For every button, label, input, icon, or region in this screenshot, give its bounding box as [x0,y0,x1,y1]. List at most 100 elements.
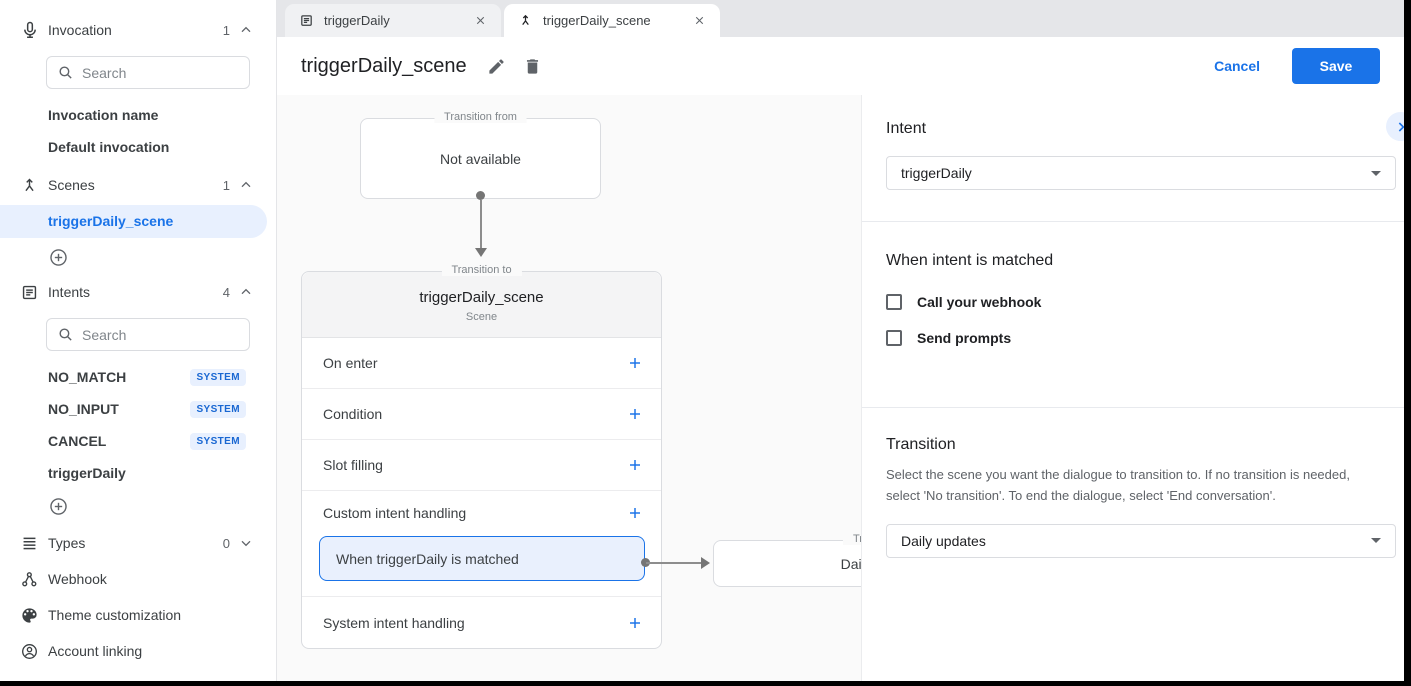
services-gear-icon [20,677,40,681]
add-circle-icon [48,247,69,268]
system-badge: SYSTEM [190,433,246,450]
sidebar-section-scenes[interactable]: Scenes 1 [0,173,276,197]
sidebar-link-label: Account linking [48,643,142,659]
handler-label: When triggerDaily is matched [336,551,519,567]
tab-triggerdaily-scene[interactable]: triggerDaily_scene [504,4,720,37]
sidebar-item-webhook[interactable]: Webhook [0,561,276,597]
tab-triggerdaily[interactable]: triggerDaily [285,4,501,37]
custom-intent-handling-section: Custom intent handling When triggerDaily… [302,491,661,597]
intent-label: NO_INPUT [48,401,119,417]
intent-label: CANCEL [48,433,106,449]
add-icon[interactable] [627,615,643,631]
sidebar-item-default-invocation[interactable]: Default invocation [0,131,276,163]
sidebar-item-triggerdaily-scene[interactable]: triggerDaily_scene [0,205,267,238]
article-icon [20,282,40,302]
invocation-search[interactable] [46,56,250,89]
close-icon[interactable] [471,12,489,30]
chevron-right-icon [1393,119,1405,135]
add-icon[interactable] [627,457,643,473]
call-webhook-option[interactable]: Call your webhook [886,294,1404,310]
row-custom-intent-handling[interactable]: Custom intent handling [302,491,661,535]
scene-canvas: Transition from Not available Transition… [277,95,861,681]
sidebar-item-triggerdaily[interactable]: triggerDaily [0,457,276,489]
transition-from-content: Not available [440,151,521,167]
screenshot-frame: Invocation 1 Invocation name Default inv… [0,0,1411,686]
sidebar-item-cancel[interactable]: CANCEL SYSTEM [0,425,276,457]
intent-section: Intent triggerDaily [862,95,1404,222]
intent-label: NO_MATCH [48,369,126,385]
row-label: Custom intent handling [323,505,466,521]
page-title: triggerDaily_scene [301,55,467,78]
connector-arrowhead-right [701,557,710,569]
delete-icon[interactable] [523,56,543,76]
row-system-intent-handling[interactable]: System intent handling [302,597,661,648]
connector-line-horizontal [646,562,701,564]
transition-select[interactable]: Daily updates [886,524,1396,558]
row-on-enter[interactable]: On enter [302,338,661,389]
transition-target-box: Transition to Daily updates [713,540,861,587]
row-label: Condition [323,406,382,422]
save-button[interactable]: Save [1292,48,1380,84]
tab-label: triggerDaily [324,13,390,28]
send-prompts-option[interactable]: Send prompts [886,330,1404,346]
add-icon[interactable] [627,406,643,422]
transition-from-legend: Transition from [434,111,527,123]
row-condition[interactable]: Condition [302,389,661,440]
sidebar-section-intents[interactable]: Intents 4 [0,280,276,304]
selected-intent-handler[interactable]: When triggerDaily is matched [319,536,645,581]
row-slot-filling[interactable]: Slot filling [302,440,661,491]
add-icon[interactable] [627,505,643,521]
dropdown-caret-icon [1371,538,1381,543]
transition-heading: Transition [886,408,1404,454]
checkbox-label: Call your webhook [917,294,1041,310]
page-header: triggerDaily_scene Cancel Save [277,37,1404,95]
row-label: System intent handling [323,615,465,631]
add-icon[interactable] [627,355,643,371]
sidebar-link-label: Backend services [48,679,158,681]
system-badge: SYSTEM [190,369,246,386]
add-scene-button[interactable] [48,244,276,270]
microphone-icon [20,20,40,40]
transition-target-content: Daily updates [841,556,861,572]
sidebar-link-label: Webhook [48,571,107,587]
intent-select[interactable]: triggerDaily [886,156,1396,190]
checkbox-unchecked[interactable] [886,330,902,346]
close-icon[interactable] [690,12,708,30]
sidebar-section-invocation[interactable]: Invocation 1 [0,18,276,42]
cancel-button[interactable]: Cancel [1202,50,1272,82]
sidebar-item-no-input[interactable]: NO_INPUT SYSTEM [0,393,276,425]
edit-icon[interactable] [487,56,507,76]
when-matched-heading: When intent is matched [886,222,1404,270]
transition-description: Select the scene you want the dialogue t… [886,465,1380,507]
intents-search-input[interactable] [82,327,222,343]
checkbox-unchecked[interactable] [886,294,902,310]
chevron-down-icon [238,535,254,551]
article-icon [299,13,314,28]
sidebar: Invocation 1 Invocation name Default inv… [0,0,277,681]
sidebar-item-backend-services[interactable]: Backend services [0,669,276,681]
sidebar-item-theme-customization[interactable]: Theme customization [0,597,276,633]
chevron-up-icon [238,177,254,193]
sidebar-item-no-match[interactable]: NO_MATCH SYSTEM [0,361,276,393]
header-actions: Cancel Save [1202,48,1380,84]
sidebar-item-invocation-name[interactable]: Invocation name [0,99,276,131]
content-area: Transition from Not available Transition… [277,95,1404,681]
sidebar-item-account-linking[interactable]: Account linking [0,633,276,669]
intent-select-value: triggerDaily [901,165,972,181]
transition-from-box: Transition from Not available [360,118,601,199]
scene-card-title: triggerDaily_scene [312,289,651,306]
transition-to-legend: Transition to [843,533,861,545]
connector-dot [476,191,485,200]
intent-editor-panel: Intent triggerDaily When intent is match… [861,95,1404,681]
add-intent-button[interactable] [48,493,276,519]
scene-card-subtitle: Scene [312,311,651,323]
dropdown-caret-icon [1371,171,1381,176]
sidebar-section-types[interactable]: Types 0 [0,531,276,555]
row-label: Slot filling [323,457,383,473]
invocation-search-input[interactable] [82,65,222,81]
scene-icon [518,13,533,28]
search-icon [57,326,74,343]
intents-search[interactable] [46,318,250,351]
section-count: 1 [223,23,230,38]
section-count: 0 [223,536,230,551]
